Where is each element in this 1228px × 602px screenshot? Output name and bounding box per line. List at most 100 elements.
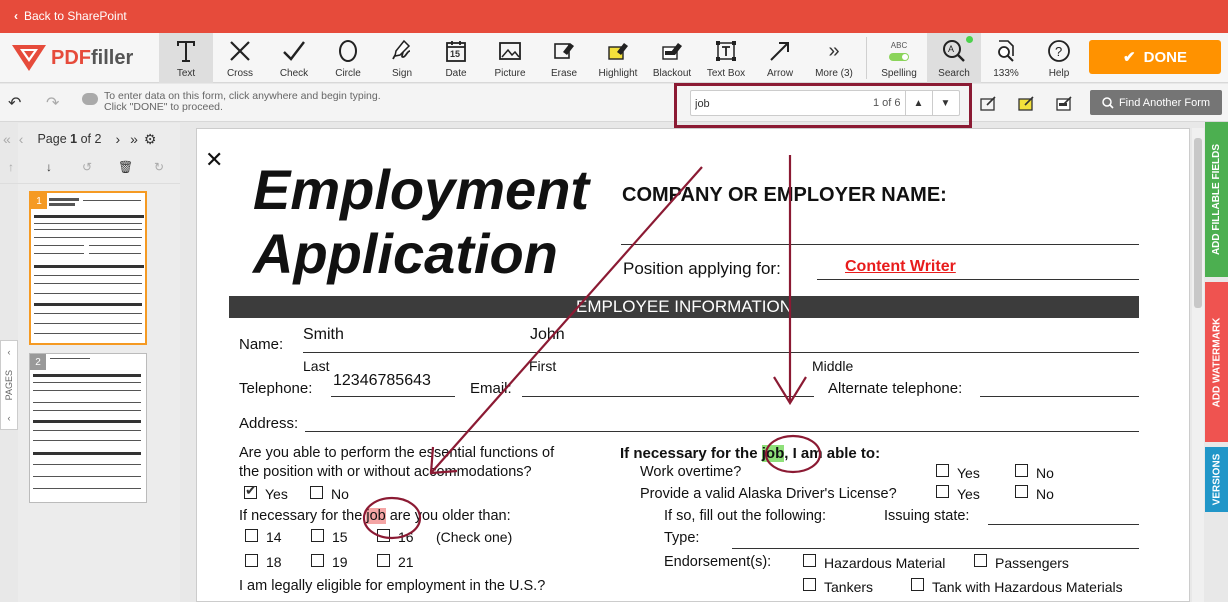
document-scrollbar[interactable] [1192, 128, 1204, 602]
license-yes-checkbox[interactable] [936, 485, 949, 498]
redo-icon[interactable]: ↷ [46, 93, 59, 113]
find-another-form-button[interactable]: Find Another Form [1090, 90, 1222, 115]
q1-yes-checkbox[interactable]: ✔ [244, 482, 257, 499]
find-another-label: Find Another Form [1118, 96, 1211, 109]
tool-circle[interactable]: Circle [321, 33, 375, 83]
tool-picture[interactable]: Picture [483, 33, 537, 83]
name-field[interactable] [303, 352, 1139, 353]
alt-phone-field[interactable] [980, 396, 1139, 397]
overtime-yes-checkbox[interactable] [936, 464, 949, 477]
overtime-yes-label: Yes [957, 465, 980, 481]
company-field[interactable] [621, 244, 1139, 245]
prev-page-icon[interactable]: ‹ [19, 131, 24, 147]
tankers-checkbox[interactable] [803, 578, 816, 591]
tool-highlight[interactable]: Highlight [591, 33, 645, 83]
tank-hazmat-checkbox[interactable] [911, 578, 924, 591]
tool-more[interactable]: » More (3) [807, 33, 861, 83]
add-watermark-tab[interactable]: ADD WATERMARK [1205, 282, 1228, 442]
age-21-label: 21 [398, 554, 414, 570]
chevron-left-icon: ‹ [7, 412, 11, 423]
tankers-label: Tankers [824, 579, 874, 595]
passengers-checkbox[interactable] [974, 554, 987, 567]
first-page-icon[interactable]: « [3, 131, 11, 147]
add-fillable-fields-tab[interactable]: ADD FILLABLE FIELDS [1205, 122, 1228, 277]
blackout-results-icon [1056, 96, 1072, 111]
age-18-checkbox[interactable] [245, 554, 258, 567]
tool-spelling[interactable]: ABC Spelling [872, 33, 926, 83]
move-down-icon[interactable]: ↓ [46, 160, 52, 174]
done-button[interactable]: ✔ DONE [1089, 40, 1221, 74]
circle-icon [336, 36, 360, 66]
q1-no-checkbox[interactable] [310, 486, 323, 499]
tool-label: Blackout [652, 68, 692, 79]
textbox-icon [714, 36, 738, 66]
page-thumbnail-1[interactable]: 1 [29, 191, 147, 345]
tool-check[interactable]: Check [267, 33, 321, 83]
tool-text[interactable]: Text [159, 33, 213, 83]
date-day: 15 [450, 49, 461, 59]
position-value[interactable]: Content Writer [845, 258, 956, 276]
tool-zoom[interactable]: 133% [979, 33, 1033, 83]
rotate-right-icon[interactable]: ↻ [154, 160, 164, 174]
back-to-sharepoint-link[interactable]: ‹ Back to SharePoint [14, 9, 127, 23]
tool-erase[interactable]: Erase [537, 33, 591, 83]
issuing-field[interactable] [988, 524, 1139, 525]
tool-arrow[interactable]: Arrow [753, 33, 807, 83]
telephone-field[interactable] [331, 396, 455, 397]
email-label: Email: [470, 380, 512, 397]
last-name-value[interactable]: Smith [303, 326, 344, 344]
position-field[interactable] [817, 279, 1139, 280]
scrollbar-thumb[interactable] [1194, 138, 1202, 308]
hazmat-checkbox[interactable] [803, 554, 816, 567]
first-name-value[interactable]: John [530, 326, 565, 344]
r-head-post: , I am able to: [784, 445, 881, 462]
last-page-icon[interactable]: » [130, 131, 138, 147]
trash-icon[interactable]: 🗑 [118, 160, 133, 174]
pages-tab[interactable]: ‹ PAGES ‹ [0, 340, 18, 430]
age-19-checkbox[interactable] [311, 554, 324, 567]
tool-label: Date [445, 68, 467, 79]
check-icon: ✔ [1123, 49, 1136, 66]
move-up-icon[interactable]: ↑ [8, 160, 14, 174]
age-15-checkbox[interactable] [311, 529, 324, 542]
check-icon [282, 36, 306, 66]
tank-hazmat-label: Tank with Hazardous Materials [932, 579, 1123, 595]
r-head-pre: If necessary for the [620, 445, 762, 462]
tool-search[interactable]: A Search [927, 33, 981, 83]
thumb-number: 1 [31, 193, 47, 209]
cross-icon [228, 36, 252, 66]
license-no-checkbox[interactable] [1015, 485, 1028, 498]
text-icon [173, 36, 199, 66]
tool-date[interactable]: 15 Date [429, 33, 483, 83]
undo-icon[interactable]: ↶ [8, 93, 21, 113]
spelling-toggle[interactable] [889, 53, 909, 61]
telephone-value[interactable]: 12346785643 [333, 372, 431, 390]
sign-icon [389, 36, 415, 66]
tool-textbox[interactable]: Text Box [699, 33, 753, 83]
tool-label: Erase [550, 68, 578, 79]
tool-cross[interactable]: Cross [213, 33, 267, 83]
tool-help[interactable]: ? Help [1032, 33, 1086, 83]
search-match-job: job [366, 508, 386, 524]
page-prefix: Page [37, 132, 67, 146]
age-14-checkbox[interactable] [245, 529, 258, 542]
highlight-results-button[interactable] [1011, 90, 1043, 116]
type-field[interactable] [732, 548, 1139, 549]
replace-button[interactable] [973, 90, 1005, 116]
page-thumbnail-2[interactable]: 2 [29, 353, 147, 503]
address-field[interactable] [305, 431, 1139, 432]
rotate-left-icon[interactable]: ↺ [82, 160, 92, 174]
tool-sign[interactable]: Sign [375, 33, 429, 83]
overtime-no-checkbox[interactable] [1015, 464, 1028, 477]
versions-tab[interactable]: VERSIONS [1205, 447, 1228, 512]
tool-blackout[interactable]: Blackout [645, 33, 699, 83]
close-icon[interactable]: ✕ [205, 147, 223, 173]
blackout-results-button[interactable] [1049, 90, 1081, 116]
age-16-checkbox[interactable] [377, 529, 390, 542]
tool-label: Picture [494, 68, 526, 79]
email-field[interactable] [522, 396, 814, 397]
next-page-icon[interactable]: › [115, 131, 120, 147]
gear-icon[interactable]: ⚙ [144, 131, 157, 148]
age-21-checkbox[interactable] [377, 554, 390, 567]
document-page[interactable]: ✕ Employment Application COMPANY OR EMPL… [196, 128, 1190, 602]
